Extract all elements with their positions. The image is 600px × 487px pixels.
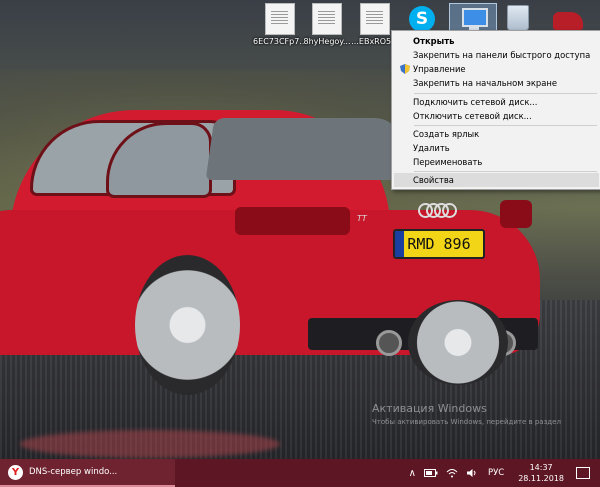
plate-eu-strip <box>395 231 404 257</box>
menu-item-disconnect-drive[interactable]: Отключить сетевой диск... <box>394 109 599 123</box>
menu-item-open[interactable]: Открыть <box>394 34 599 48</box>
wifi-icon[interactable] <box>446 468 458 478</box>
menu-item-pin-start[interactable]: Закрепить на начальном экране <box>394 76 599 90</box>
watermark-subtitle: Чтобы активировать Windows, перейдите в … <box>372 418 561 426</box>
uac-shield-icon <box>400 64 410 74</box>
menu-item-manage-label: Управление <box>413 64 466 74</box>
clock[interactable]: 14:37 28.11.2018 <box>518 462 564 484</box>
document-icon <box>265 3 295 35</box>
car-wheel-front <box>135 255 240 395</box>
desktop-recycle-bin[interactable] <box>498 5 538 31</box>
menu-item-delete[interactable]: Удалить <box>394 141 599 155</box>
desktop-file-label: 6EC73CFp7... <box>253 37 307 46</box>
menu-item-manage[interactable]: Управление <box>394 62 599 76</box>
wallpaper-reflection <box>20 430 280 458</box>
volume-icon[interactable] <box>466 468 478 478</box>
car-exhaust-left <box>376 330 402 356</box>
clock-time: 14:37 <box>529 463 553 472</box>
car-taillight-right <box>500 200 532 228</box>
license-plate: RMD 896 <box>393 229 485 259</box>
desktop-file-1[interactable]: 6EC73CFp7... <box>253 3 307 46</box>
desktop-file-label: 8hyHegoy... <box>303 37 351 46</box>
document-icon <box>312 3 342 35</box>
activation-watermark: Активация Windows Чтобы активировать Win… <box>372 402 561 426</box>
menu-separator <box>414 171 597 172</box>
document-icon <box>360 3 390 35</box>
battery-icon[interactable] <box>423 468 438 478</box>
menu-item-properties[interactable]: Свойства <box>394 173 599 187</box>
chevron-up-icon[interactable]: ∧ <box>409 468 416 479</box>
menu-separator <box>414 93 597 94</box>
license-plate-text: RMD 896 <box>407 235 471 253</box>
desktop-skype[interactable]: S <box>402 6 442 32</box>
menu-item-map-drive[interactable]: Подключить сетевой диск... <box>394 95 599 109</box>
audi-logo <box>418 203 458 218</box>
clock-date: 28.11.2018 <box>518 474 564 483</box>
menu-item-rename[interactable]: Переименовать <box>394 155 599 169</box>
image-thumbnail-icon <box>553 12 583 30</box>
language-indicator[interactable]: РУС <box>488 468 504 478</box>
watermark-title: Активация Windows <box>372 402 487 415</box>
taskbar-app-label: DNS-сервер windo... <box>29 467 118 477</box>
menu-item-pin-quick-access[interactable]: Закрепить на панели быстрого доступа <box>394 48 599 62</box>
recycle-bin-icon <box>507 5 529 31</box>
taskbar-app-yandex-browser[interactable]: Y DNS-сервер windo... <box>0 459 175 487</box>
car-taillight-left <box>235 207 350 235</box>
skype-icon: S <box>409 6 435 32</box>
computer-icon <box>462 8 488 27</box>
notification-center-icon[interactable] <box>576 467 590 479</box>
menu-item-create-shortcut[interactable]: Создать ярлык <box>394 127 599 141</box>
yandex-browser-icon: Y <box>8 464 23 480</box>
taskbar: Y DNS-сервер windo... ∧ РУС 14:37 28.11.… <box>0 459 600 487</box>
desktop-file-2[interactable]: 8hyHegoy... <box>303 3 351 46</box>
desktop-file-3[interactable]: ...EBxRO5... <box>351 3 399 46</box>
desktop-car-image[interactable] <box>548 4 588 30</box>
car-rear-glass <box>205 118 405 180</box>
context-menu: Открыть Закрепить на панели быстрого дос… <box>391 30 600 190</box>
car-wheel-rear <box>408 300 508 385</box>
system-tray: ∧ РУС 14:37 28.11.2018 <box>405 459 600 487</box>
menu-separator <box>414 125 597 126</box>
car-model-badge: TT <box>357 214 367 223</box>
